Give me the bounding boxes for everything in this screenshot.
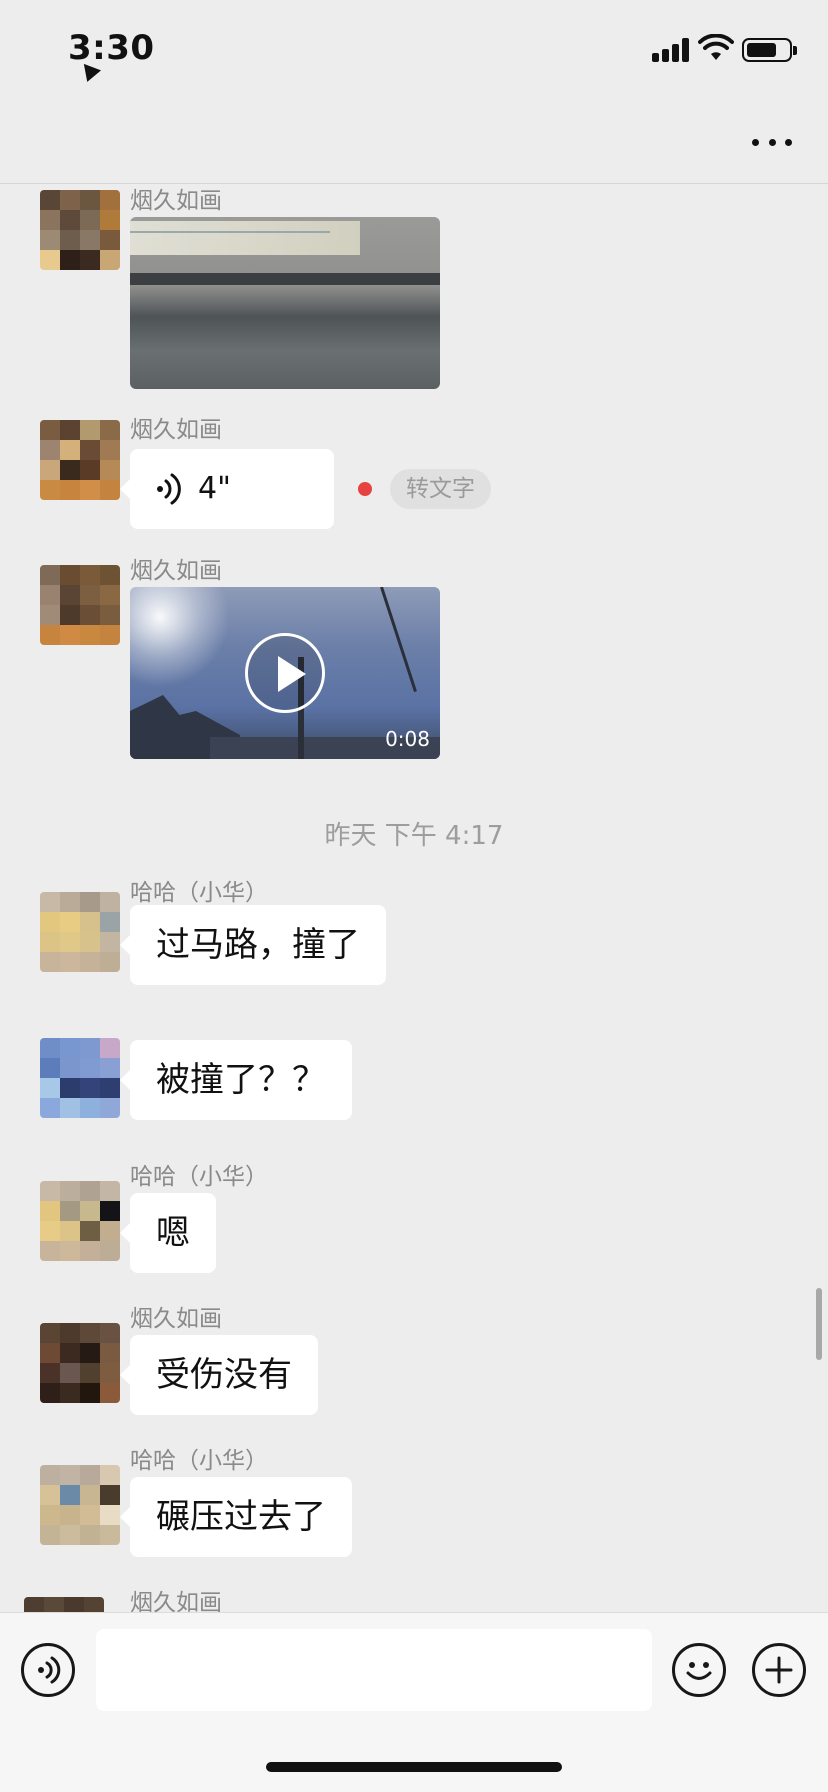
scrollbar[interactable]: [816, 1288, 822, 1360]
voice-wave-icon: [157, 473, 181, 505]
sender-name: 烟久如画: [130, 1306, 222, 1332]
more-icon[interactable]: [752, 132, 792, 152]
battery-icon: [742, 38, 797, 62]
avatar[interactable]: [40, 1465, 120, 1545]
message-input[interactable]: [96, 1629, 652, 1711]
text-message[interactable]: 嗯: [120, 1193, 216, 1273]
status-time: 3:30: [68, 28, 155, 68]
avatar[interactable]: [40, 1038, 120, 1118]
avatar[interactable]: [40, 1323, 120, 1403]
unread-dot: [358, 482, 372, 496]
home-indicator: [266, 1762, 562, 1772]
nav-bar: [0, 100, 828, 184]
sender-name: 烟久如画: [130, 1590, 222, 1612]
sender-name: 哈哈（小华）: [130, 880, 268, 906]
chat-timestamp: 昨天 下午 4:17: [324, 821, 504, 851]
avatar[interactable]: [40, 565, 120, 645]
status-bar: 3:30: [0, 0, 828, 100]
wifi-icon: [698, 34, 734, 60]
avatar[interactable]: [40, 1181, 120, 1261]
voice-duration: 4": [198, 471, 231, 506]
video-message[interactable]: 0:08: [130, 587, 440, 759]
image-message[interactable]: [130, 217, 440, 389]
play-icon[interactable]: [245, 633, 325, 713]
sender-name: 哈哈（小华）: [130, 1448, 268, 1474]
video-duration: 0:08: [385, 727, 430, 751]
avatar[interactable]: [40, 420, 120, 500]
text-message[interactable]: 碾压过去了: [120, 1477, 352, 1557]
chat-area[interactable]: 烟久如画 烟久如画 4" 转文字 烟久如画 0:08 昨天 下午 4:17 哈哈…: [0, 185, 828, 1612]
text-message[interactable]: 过马路，撞了: [120, 905, 386, 985]
sender-name: 烟久如画: [130, 558, 222, 584]
sender-name: 烟久如画: [130, 417, 222, 443]
text-message[interactable]: 被撞了？？: [120, 1040, 352, 1120]
signal-icon: [652, 38, 690, 62]
avatar[interactable]: [24, 1597, 104, 1612]
plus-icon[interactable]: [752, 1643, 806, 1697]
to-text-button[interactable]: 转文字: [390, 469, 491, 509]
voice-input-icon[interactable]: [21, 1643, 75, 1697]
sender-name: 烟久如画: [130, 188, 222, 214]
chat-screen: 3:30 烟久如画 烟久如画 4" 转文字 烟久如画 0:08 昨天 下午 4:…: [0, 0, 828, 1792]
voice-message[interactable]: 4": [120, 449, 334, 529]
sender-name: 哈哈（小华）: [130, 1164, 268, 1190]
avatar[interactable]: [40, 190, 120, 270]
text-message[interactable]: 受伤没有: [120, 1335, 318, 1415]
emoji-icon[interactable]: [672, 1643, 726, 1697]
avatar[interactable]: [40, 892, 120, 972]
